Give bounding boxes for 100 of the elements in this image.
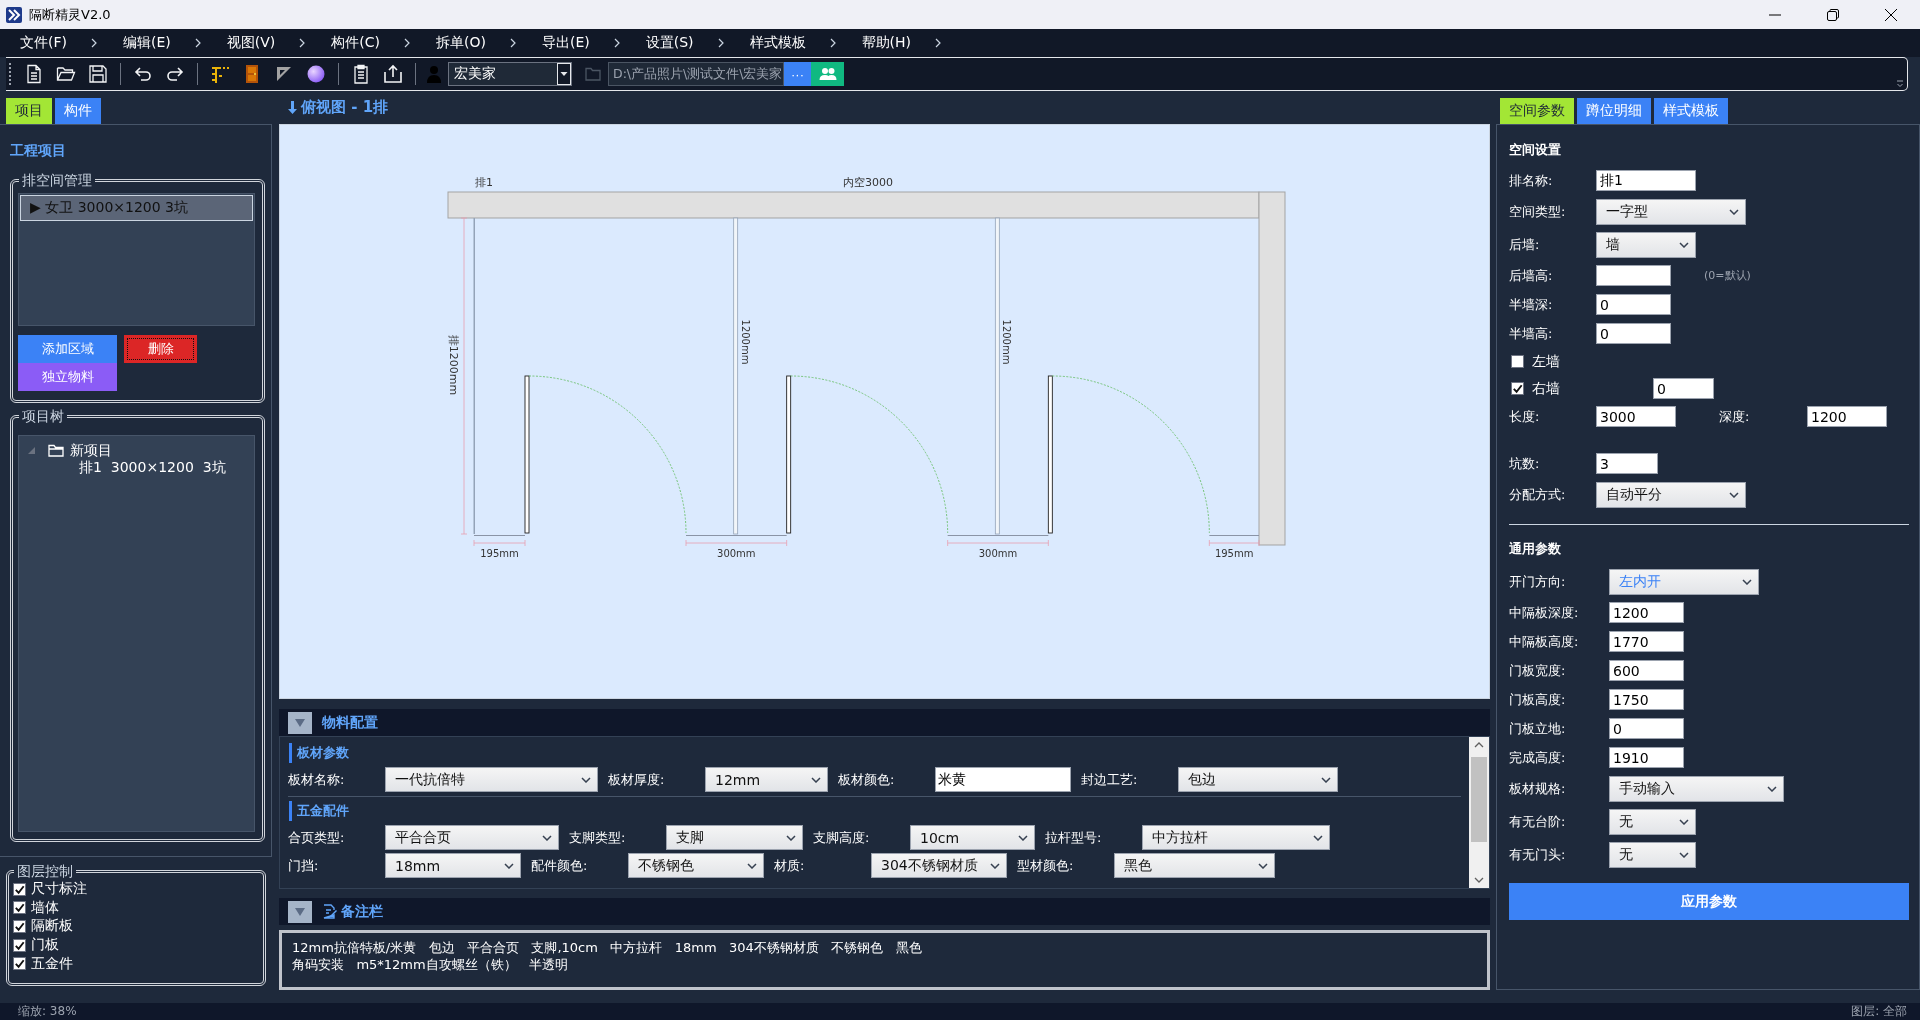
text-field[interactable]: 3000 [1596,406,1676,427]
arrow-down-icon[interactable] [1474,877,1484,883]
restore-icon [1827,8,1839,21]
users-button[interactable] [811,62,844,86]
text-field[interactable]: 3 [1596,453,1658,474]
text-field[interactable]: 0 [1653,378,1714,399]
arrow-up-icon[interactable] [1474,742,1484,748]
text-field[interactable]: 排1 [1596,170,1696,191]
menu-item[interactable]: 编辑(E) [123,34,171,52]
export-icon[interactable] [383,64,403,84]
text-field[interactable]: 1910 [1609,747,1684,768]
menu-item[interactable]: 构件(C) [331,34,380,52]
text-field[interactable]: 1200 [1609,602,1684,623]
chevron-icon [194,38,201,48]
tab[interactable]: 项目 [6,98,52,124]
dropdown[interactable]: 支脚 [666,825,803,850]
text-field[interactable]: 1200 [1807,406,1887,427]
notes-field[interactable]: 12mm抗倍特板/米黄 包边 平合合页 支脚,10cm 中方拉杆 18mm 304不锈钢材质 不锈钢色 黑色 角码安装 m5*12mm自攻螺丝（铁） 半透明 [279,930,1490,990]
overflow-icon[interactable] [1896,80,1904,88]
dropdown[interactable]: 手动输入 [1609,775,1784,802]
dropdown[interactable]: 中方拉杆 [1142,825,1330,850]
scrollbar[interactable] [1469,737,1489,888]
caret-icon [786,834,796,841]
scrollbar-thumb[interactable] [1471,757,1487,842]
dropdown[interactable]: 无 [1609,841,1696,868]
chevron-icon [299,38,306,48]
dropdown[interactable]: 18mm [385,853,521,878]
text-field[interactable]: 0 [1596,294,1671,315]
text-field[interactable] [1596,265,1671,286]
field-label: 支脚高度: [813,828,871,847]
browse-button[interactable]: ··· [784,62,811,86]
tab[interactable]: 空间参数 [1500,98,1574,124]
add-button[interactable]: 添加区域 [18,335,117,363]
text-field[interactable]: 0 [1609,718,1684,739]
undo-icon[interactable] [133,64,153,84]
tab[interactable]: 样式模板 [1654,98,1728,124]
sphere-icon[interactable] [306,64,326,84]
dropdown[interactable]: 一代抗倍特 [385,767,598,792]
delete-button[interactable]: 删除 [124,335,197,363]
checkbox[interactable] [13,938,26,952]
tree-item[interactable]: 排1 3000×1200 3坑 [79,458,226,477]
checkbox[interactable] [13,920,26,933]
gap-label: 195mm [480,548,519,559]
dropdown[interactable]: 10cm [910,825,1035,850]
dropdown[interactable]: 304不锈钢材质 [871,853,1007,878]
collapse-button[interactable] [288,711,312,734]
text-field[interactable]: 1770 [1609,631,1684,652]
open-folder-icon[interactable] [56,64,76,84]
tab[interactable]: 蹲位明细 [1577,98,1651,124]
checkbox[interactable] [1511,382,1524,395]
layer-status: 图层: 全部 [1851,1003,1907,1020]
window-title: 隔断精灵V2.0 [29,5,111,24]
menu-item[interactable]: 导出(E) [541,34,590,52]
dropdown[interactable]: 平合合页 [385,825,559,850]
dropdown[interactable]: 包边 [1178,767,1338,792]
menu-item[interactable]: 设置(S) [645,34,694,52]
tab[interactable]: 构件 [55,98,101,124]
field-label: 分配方式: [1509,485,1567,504]
caret-icon [1018,834,1028,841]
checkbox[interactable] [1511,355,1524,368]
checkbox[interactable] [13,957,26,971]
menu-item[interactable]: 样式模板 [749,34,806,52]
text-field[interactable]: 1750 [1609,689,1684,710]
dropdown[interactable]: 12mm [705,767,828,792]
user-dropdown[interactable]: 宏美家 [448,62,572,86]
dimension-tool-icon[interactable] [210,64,230,84]
save-icon[interactable] [88,64,108,84]
dropdown[interactable]: 无 [1609,808,1696,835]
redo-icon[interactable] [165,64,185,84]
caret-icon [811,776,821,783]
dropdown[interactable]: 黑色 [1114,853,1275,878]
new-file-icon[interactable] [24,64,44,84]
material-button[interactable]: 独立物料 [18,363,117,391]
dropdown[interactable]: 不锈钢色 [628,853,764,878]
menu-item[interactable]: 拆单(O) [436,34,486,52]
caret-icon [1729,491,1739,498]
text-field[interactable]: 600 [1609,660,1684,681]
collapse-button[interactable] [288,900,312,923]
dropdown[interactable]: 一字型 [1596,198,1746,225]
checkbox[interactable] [13,901,26,915]
grip-handle[interactable] [9,63,12,85]
chevron-icon [91,38,97,48]
text-field[interactable]: 0 [1596,323,1671,344]
close-icon [1885,8,1897,21]
path-field[interactable]: D:\产品照片\测试文件\宏美家 [608,62,784,86]
field-label: 支脚类型: [569,828,627,847]
checkbox[interactable] [13,882,26,896]
menu-item[interactable]: 文件(F) [20,34,67,52]
apply-button[interactable]: 应用参数 [1509,883,1909,920]
tree-item[interactable]: 新项目 [70,441,112,460]
field-label: 有无台阶: [1509,812,1567,831]
dropdown[interactable]: 自动平分 [1596,481,1746,508]
clipboard-icon[interactable] [351,64,371,84]
field-label: 中隔板深度: [1509,603,1580,622]
text-field[interactable]: 米黄 [935,767,1071,792]
caret-icon [1679,851,1689,858]
caret-icon [295,718,305,727]
dropdown[interactable]: 墙 [1596,231,1696,258]
menu-item[interactable]: 帮助(H) [861,34,911,52]
menu-item[interactable]: 视图(V) [226,34,276,52]
